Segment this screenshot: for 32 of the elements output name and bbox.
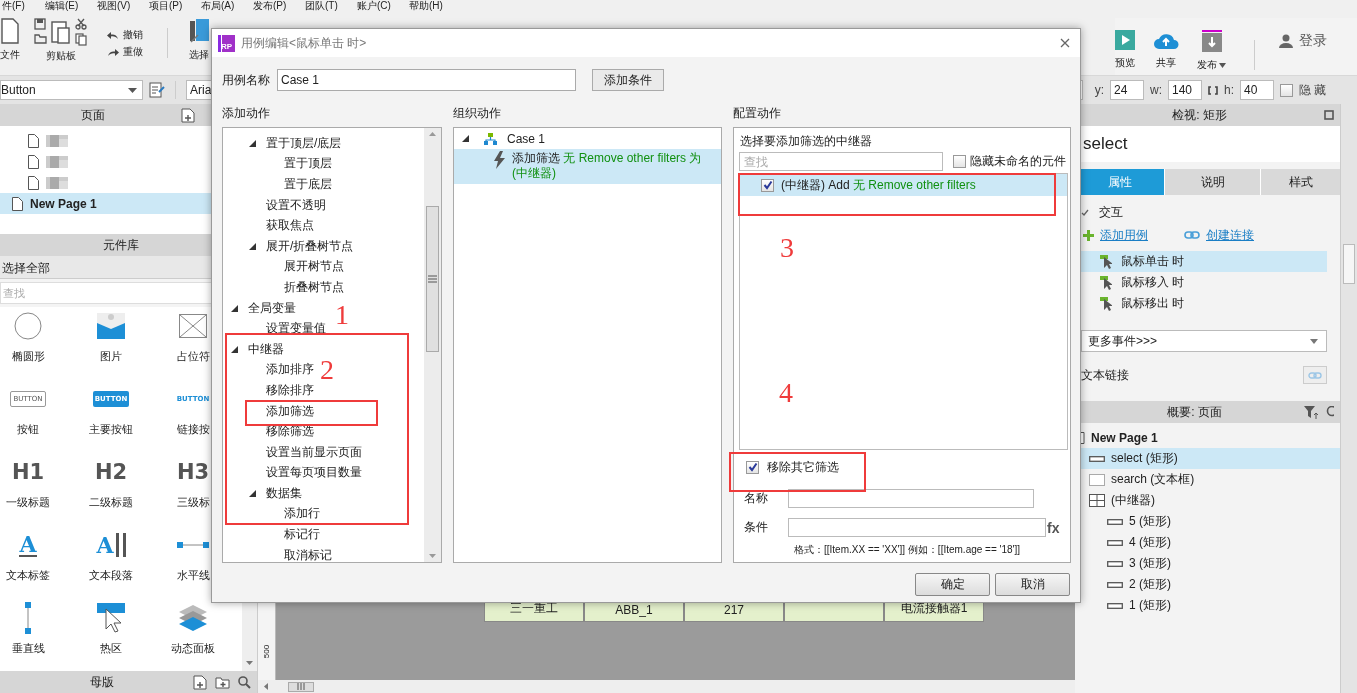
section-title: 配置动作 <box>733 105 782 122</box>
checkbox-label: 隐藏 <box>1299 81 1329 99</box>
group-label: 剪贴板 <box>45 49 76 63</box>
field-label: 名称 <box>743 490 769 507</box>
panel-title: 概要: 页面 <box>1167 403 1222 421</box>
prompt-text: 选择要添加筛选的中继器 <box>739 133 873 150</box>
ruler-label: 500 <box>262 644 271 659</box>
hint-text: 格式：[[Item.XX == 'XX']] 例如：[[Item.age == '18']] <box>793 543 1022 557</box>
annotation-number: 1 <box>335 300 349 330</box>
annotation-number: 4 <box>779 378 793 408</box>
window-title: 用例编辑<鼠标单击 时> <box>241 34 367 52</box>
panel-title: 页面 <box>80 106 105 124</box>
field-label: h: <box>1224 83 1234 97</box>
item-text: (中继器) Add 无 Remove other filters <box>781 177 976 193</box>
section-title: 交互 <box>1099 203 1123 221</box>
heading-icon: H2 <box>94 460 128 484</box>
logo: RP <box>218 34 235 52</box>
annotation-number: 2 <box>320 355 334 385</box>
heading-icon: H1 <box>11 460 45 484</box>
field-label: w: <box>1150 83 1162 97</box>
field-label: 条件 <box>743 519 769 536</box>
section-title: 组织动作 <box>453 105 502 122</box>
checkbox-label: 隐藏未命名的元件 <box>970 152 1066 170</box>
annotation-number: 3 <box>780 233 794 263</box>
section-title: 文本链接 <box>1081 367 1129 384</box>
field-label: y: <box>1094 83 1104 97</box>
panel-title: 元件库 <box>102 236 139 254</box>
panel-title: 检视: 矩形 <box>1172 106 1227 124</box>
panel-title: 母版 <box>89 673 114 691</box>
heading-icon: H3 <box>176 460 210 484</box>
checkbox-label: 移除其它筛选 <box>767 458 839 476</box>
section-title: 添加动作 <box>222 105 271 122</box>
